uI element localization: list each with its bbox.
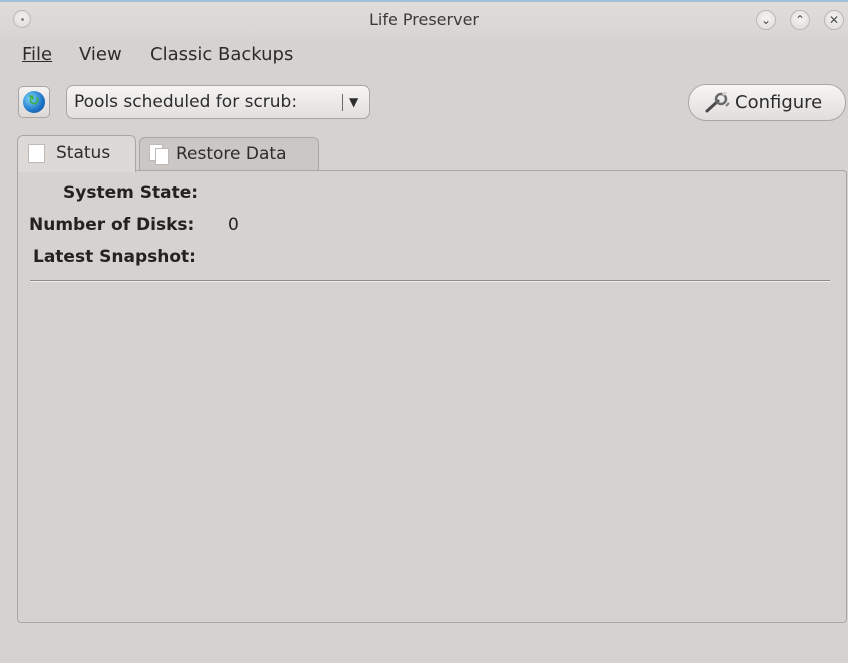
menu-bar: File View Classic Backups xyxy=(0,38,848,72)
configure-button[interactable]: Configure xyxy=(688,84,846,121)
disks-label: Number of Disks: xyxy=(29,215,195,235)
system-state-label: System State: xyxy=(63,183,199,203)
tab-restore-label: Restore Data xyxy=(176,144,287,164)
window-title: Life Preserver xyxy=(368,10,479,29)
tab-restore-data[interactable]: Restore Data xyxy=(139,137,319,171)
chevron-down-icon: ▼ xyxy=(349,95,359,109)
snapshot-label: Latest Snapshot: xyxy=(33,247,196,267)
menu-view[interactable]: View xyxy=(79,44,122,65)
pool-scrub-combo[interactable]: Pools scheduled for scrub: ▼ xyxy=(66,85,370,119)
disks-value: 0 xyxy=(228,215,239,235)
menu-classic-backups[interactable]: Classic Backups xyxy=(150,44,293,65)
documents-icon-back xyxy=(155,148,169,165)
status-divider xyxy=(30,280,830,281)
menu-file-label: File xyxy=(22,44,53,65)
page-icon xyxy=(28,144,45,163)
combo-separator xyxy=(342,94,343,111)
chevron-down-icon[interactable]: ⌄ xyxy=(756,10,776,30)
status-panel xyxy=(17,170,847,623)
tab-status[interactable]: Status xyxy=(17,135,136,172)
chevron-up-icon[interactable]: ⌃ xyxy=(790,10,810,30)
title-bar[interactable]: Life Preserver ⌄ ⌃ ✕ xyxy=(0,0,848,38)
tab-status-label: Status xyxy=(56,143,111,163)
wrench-icon xyxy=(705,92,730,113)
refresh-button[interactable]: ↻ xyxy=(18,86,50,118)
refresh-arrow-icon: ↻ xyxy=(28,93,40,109)
close-icon[interactable]: ✕ xyxy=(824,10,844,30)
configure-label: Configure xyxy=(735,92,823,113)
pool-combo-value: Pools scheduled for scrub: xyxy=(74,92,298,112)
menu-file[interactable]: File xyxy=(22,44,52,65)
title-accent-line xyxy=(0,0,848,2)
